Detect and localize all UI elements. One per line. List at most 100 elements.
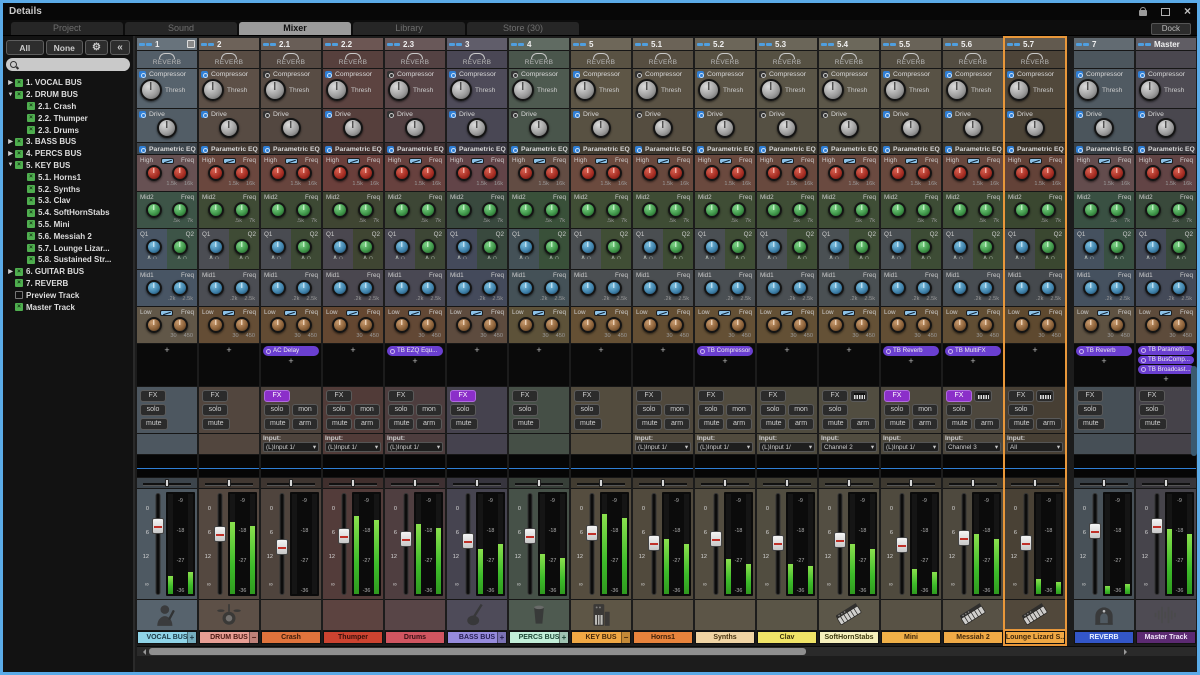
drive-knob[interactable] (467, 118, 487, 138)
mute-button[interactable]: mute (884, 418, 910, 430)
all-button[interactable]: All (6, 40, 44, 55)
visibility-checkbox[interactable]: × (27, 114, 35, 122)
add-insert-button[interactable]: + (908, 357, 913, 366)
shelf-toggle-icon[interactable] (223, 158, 236, 164)
q2-knob[interactable] (544, 239, 560, 255)
automation-strip[interactable] (819, 455, 879, 478)
high-gain-knob[interactable] (394, 165, 410, 181)
automation-strip[interactable] (633, 455, 693, 478)
thresh-knob[interactable] (450, 79, 472, 101)
track-name-label[interactable]: Thumper (323, 631, 383, 644)
fader-cap[interactable] (1020, 535, 1032, 551)
q2-knob[interactable] (172, 239, 188, 255)
add-insert-button[interactable]: + (846, 346, 851, 355)
pan-handle[interactable] (475, 479, 479, 487)
channel-header[interactable]: 5.4 (819, 38, 879, 51)
track-name-label[interactable]: Horns1 (633, 631, 693, 644)
mid2-freq-knob[interactable] (544, 202, 560, 218)
pan-slider[interactable] (943, 478, 1003, 489)
mid2-gain-knob[interactable] (890, 202, 906, 218)
gear-icon[interactable]: ⚙ (85, 40, 108, 55)
pan-slider[interactable] (757, 478, 817, 489)
shelf-toggle-icon[interactable] (471, 158, 484, 164)
mid1-freq-knob[interactable] (296, 280, 312, 296)
visibility-checkbox[interactable]: × (27, 185, 35, 193)
power-icon[interactable] (139, 111, 146, 118)
fader-cap[interactable] (586, 525, 598, 541)
thresh-knob[interactable] (946, 79, 968, 101)
fader-cap[interactable] (710, 531, 722, 547)
high-freq-knob[interactable] (482, 165, 498, 181)
volume-fader[interactable] (1150, 492, 1163, 596)
input-select[interactable]: (L)Input 1/▾ (697, 442, 753, 452)
channel-header[interactable]: 7 (1074, 38, 1134, 51)
sidebar-track-item[interactable]: × 5.4. SoftHornStabs (6, 207, 130, 219)
visibility-checkbox[interactable]: × (15, 138, 23, 146)
mid1-freq-knob[interactable] (792, 280, 808, 296)
solo-button[interactable]: solo (202, 404, 228, 416)
low-gain-knob[interactable] (518, 317, 534, 333)
solo-button[interactable]: solo (574, 404, 600, 416)
pan-handle[interactable] (599, 479, 603, 487)
sidebar-track-item[interactable]: × 2.2. Thumper (6, 112, 130, 124)
mid2-gain-knob[interactable] (146, 202, 162, 218)
low-gain-knob[interactable] (394, 317, 410, 333)
power-icon[interactable] (883, 111, 890, 118)
power-icon[interactable] (1007, 71, 1014, 78)
volume-fader[interactable] (895, 492, 908, 596)
automation-strip[interactable] (261, 455, 321, 478)
low-freq-knob[interactable] (1171, 317, 1187, 333)
volume-fader[interactable] (151, 492, 164, 596)
mute-button[interactable]: mute (574, 418, 602, 430)
high-freq-knob[interactable] (730, 165, 746, 181)
volume-fader[interactable] (585, 492, 598, 596)
mid2-freq-knob[interactable] (1109, 202, 1125, 218)
visibility-checkbox[interactable]: × (15, 79, 23, 87)
arm-button[interactable]: arm (850, 418, 876, 430)
add-insert-button[interactable]: + (660, 346, 665, 355)
track-name-label[interactable]: REVERB (1074, 631, 1134, 644)
high-freq-knob[interactable] (296, 165, 312, 181)
power-icon[interactable] (635, 146, 642, 153)
track-name-label[interactable]: Messiah 2 (943, 631, 1003, 644)
shelf-toggle-icon[interactable] (719, 158, 732, 164)
low-gain-knob[interactable] (208, 317, 224, 333)
automation-strip[interactable] (943, 455, 1003, 478)
search-input[interactable] (17, 59, 117, 70)
monitor-button[interactable]: mon (354, 404, 380, 416)
visibility-checkbox[interactable]: × (27, 232, 35, 240)
power-icon[interactable] (1138, 146, 1145, 153)
high-gain-knob[interactable] (642, 165, 658, 181)
mid2-gain-knob[interactable] (1014, 202, 1030, 218)
volume-fader[interactable] (213, 492, 226, 596)
thresh-knob[interactable] (1008, 79, 1030, 101)
low-gain-knob[interactable] (952, 317, 968, 333)
track-name-label[interactable]: Master Track (1136, 631, 1196, 644)
channel-header[interactable]: 2.1 (261, 38, 321, 51)
mid1-gain-knob[interactable] (828, 280, 844, 296)
shelf-toggle-icon[interactable] (533, 158, 546, 164)
low-freq-knob[interactable] (978, 317, 994, 333)
channel-header[interactable]: Master (1136, 38, 1196, 51)
shelf-toggle-icon[interactable] (1159, 310, 1172, 316)
high-gain-knob[interactable] (952, 165, 968, 181)
shelf-toggle-icon[interactable] (1098, 158, 1111, 164)
sidebar-track-item[interactable]: ▶ × 3. BASS BUS (6, 136, 130, 148)
mid1-freq-knob[interactable] (668, 280, 684, 296)
mute-button[interactable]: mute (202, 418, 230, 430)
drive-knob[interactable] (219, 118, 239, 138)
sidebar-track-item[interactable]: × 5.1. Horns1 (6, 171, 130, 183)
sidebar-track-item[interactable]: × 2.3. Drums (6, 124, 130, 136)
send-slot[interactable]: REVERB (943, 51, 1003, 69)
arm-button[interactable]: arm (664, 418, 690, 430)
high-gain-knob[interactable] (518, 165, 534, 181)
sidebar-track-item[interactable]: Preview Track (6, 289, 130, 301)
mid2-freq-knob[interactable] (358, 202, 374, 218)
power-icon[interactable] (387, 71, 394, 78)
fx-button[interactable]: FX (202, 390, 228, 402)
high-freq-knob[interactable] (420, 165, 436, 181)
arm-button[interactable]: arm (292, 418, 318, 430)
mute-button[interactable]: mute (1077, 418, 1105, 430)
shelf-toggle-icon[interactable] (1028, 310, 1041, 316)
high-freq-knob[interactable] (1109, 165, 1125, 181)
